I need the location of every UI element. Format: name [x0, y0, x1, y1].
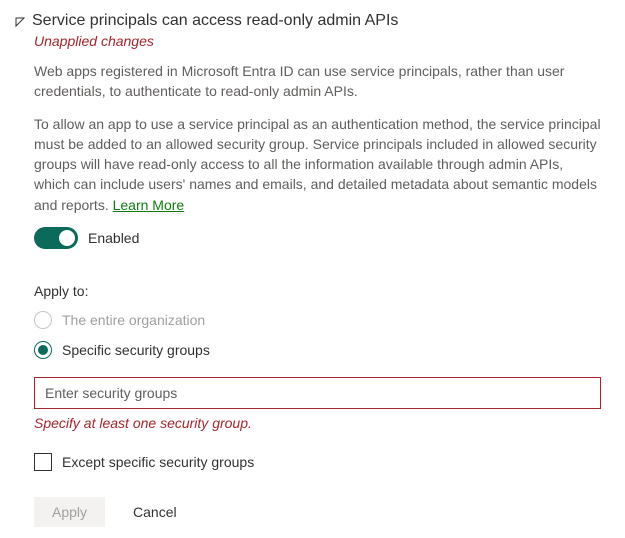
- unapplied-changes-label: Unapplied changes: [34, 33, 601, 49]
- description-paragraph-2: To allow an app to use a service princip…: [34, 114, 601, 215]
- setting-description: Web apps registered in Microsoft Entra I…: [34, 61, 601, 215]
- checkbox-icon: [34, 453, 52, 471]
- toggle-knob: [59, 230, 75, 246]
- radio-icon: [34, 341, 52, 359]
- except-groups-checkbox-row[interactable]: Except specific security groups: [34, 453, 601, 471]
- except-groups-label: Except specific security groups: [62, 454, 254, 470]
- apply-to-heading: Apply to:: [34, 283, 601, 299]
- radio-specific-groups[interactable]: Specific security groups: [34, 341, 601, 359]
- radio-entire-org-label: The entire organization: [62, 312, 205, 328]
- validation-message: Specify at least one security group.: [34, 415, 601, 431]
- security-groups-input[interactable]: [34, 377, 601, 409]
- radio-specific-groups-label: Specific security groups: [62, 342, 210, 358]
- description-paragraph-1: Web apps registered in Microsoft Entra I…: [34, 61, 601, 102]
- collapse-icon[interactable]: [14, 15, 26, 31]
- enabled-toggle[interactable]: [34, 227, 78, 249]
- apply-button[interactable]: Apply: [34, 497, 105, 527]
- radio-entire-org: The entire organization: [34, 311, 601, 329]
- enabled-toggle-label: Enabled: [88, 230, 139, 246]
- cancel-button[interactable]: Cancel: [133, 504, 177, 520]
- radio-icon: [34, 311, 52, 329]
- setting-title: Service principals can access read-only …: [32, 12, 398, 30]
- learn-more-link[interactable]: Learn More: [113, 197, 185, 213]
